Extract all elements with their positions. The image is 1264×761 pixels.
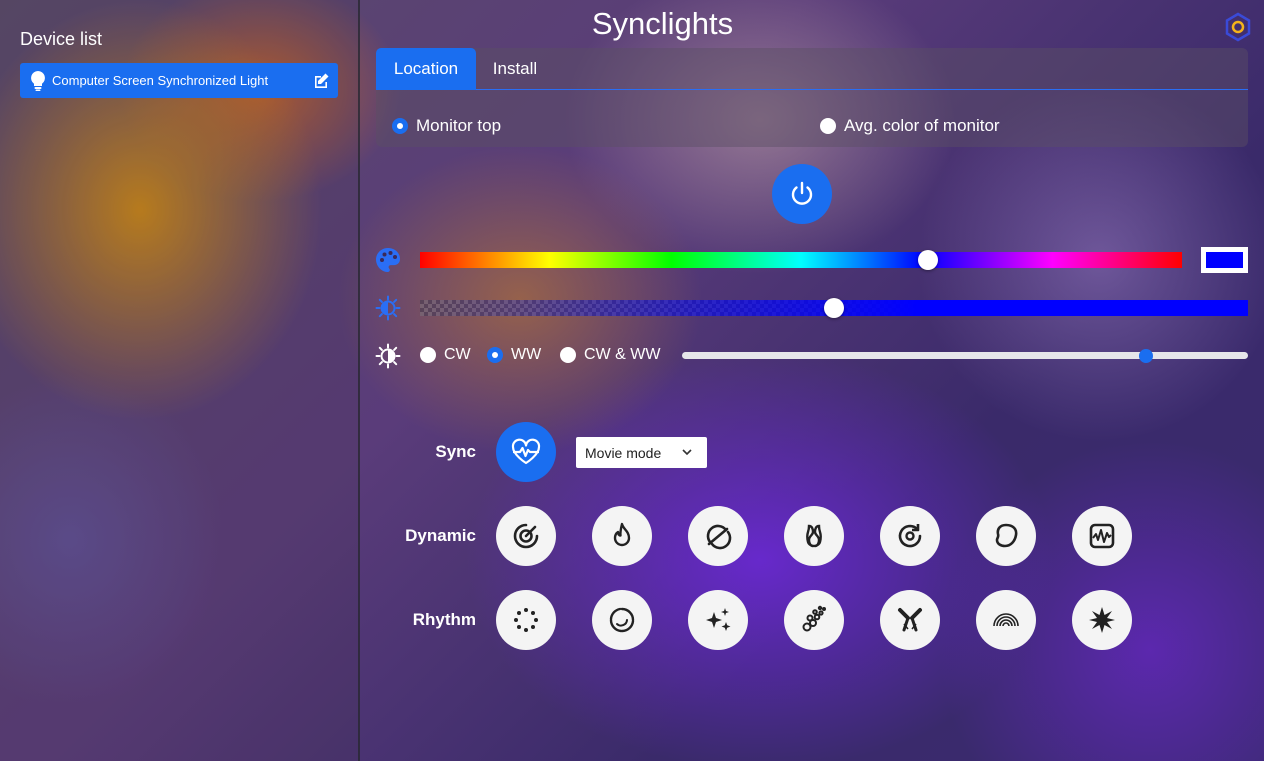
rainbow-icon — [993, 613, 1019, 627]
app-title: Synclights — [591, 6, 734, 41]
dynamic-mode-2-button[interactable] — [592, 506, 652, 566]
swirl-icon — [609, 607, 635, 633]
radio-label: Avg. color of monitor — [844, 116, 1000, 135]
chevron-down-icon — [682, 449, 692, 456]
edit-icon[interactable] — [312, 72, 330, 90]
radio-button[interactable] — [392, 118, 408, 134]
location-panel: Location Install Monitor top Avg. color … — [376, 48, 1248, 147]
radio-button[interactable] — [560, 347, 576, 363]
power-icon — [791, 181, 813, 205]
hue-slider-thumb[interactable] — [918, 250, 939, 270]
dots-circle-icon — [514, 608, 538, 632]
device-sidebar: Device list Computer Screen Synchronized… — [0, 0, 359, 761]
hue-slider[interactable] — [420, 250, 1182, 270]
rhythm-mode-6-button[interactable] — [976, 590, 1036, 650]
radio-button[interactable] — [820, 118, 836, 134]
circle-slash-icon — [706, 524, 732, 550]
radio-label: WW — [511, 346, 542, 363]
palette-icon — [376, 248, 400, 272]
radio-label: CW & WW — [584, 346, 661, 363]
flame-icon — [613, 522, 631, 547]
tab-bar: Location Install — [376, 48, 1248, 90]
rhythm-mode-4-button[interactable] — [784, 590, 844, 650]
sync-mode-select[interactable]: Movie mode — [576, 437, 707, 468]
settings-hexagon-icon[interactable] — [1223, 12, 1253, 42]
temperature-slider-thumb[interactable] — [1139, 348, 1154, 363]
sun-temperature-icon — [375, 343, 401, 369]
radio-cw[interactable]: CW — [420, 346, 471, 364]
rhythm-mode-2-button[interactable] — [592, 590, 652, 650]
radio-button[interactable] — [487, 347, 503, 363]
radio-label: Monitor top — [416, 116, 502, 135]
burst-icon — [1089, 607, 1115, 633]
dynamic-mode-5-button[interactable] — [880, 506, 940, 566]
radio-avg-color[interactable]: Avg. color of monitor — [820, 116, 1000, 136]
sync-mode-button[interactable] — [496, 422, 556, 482]
rhythm-mode-3-button[interactable] — [688, 590, 748, 650]
radio-ww[interactable]: WW — [487, 346, 541, 364]
waveform-icon — [1089, 523, 1115, 549]
brightness-slider-thumb[interactable] — [824, 298, 844, 318]
target-spiral-icon — [513, 523, 539, 549]
dynamic-mode-1-button[interactable] — [496, 506, 556, 566]
tab-location[interactable]: Location — [376, 48, 476, 90]
rhythm-label: Rhythm — [412, 610, 476, 629]
dynamic-mode-3-button[interactable] — [688, 506, 748, 566]
device-item[interactable]: Computer Screen Synchronized Light — [20, 63, 338, 98]
sync-label: Sync — [435, 442, 476, 461]
bubbles-icon — [802, 605, 826, 632]
radio-label: CW — [444, 346, 471, 363]
lightbulb-icon — [31, 70, 45, 91]
dynamic-label: Dynamic — [405, 526, 476, 545]
rhythm-mode-1-button[interactable] — [496, 590, 556, 650]
cross-rays-icon — [898, 608, 922, 632]
rotate-dot-icon — [898, 524, 922, 548]
blob-icon — [995, 523, 1018, 548]
heartbeat-icon — [511, 438, 541, 465]
radio-button[interactable] — [420, 347, 436, 363]
radio-cw-ww[interactable]: CW & WW — [560, 346, 660, 364]
tab-install[interactable]: Install — [476, 48, 554, 90]
temperature-slider[interactable] — [682, 348, 1248, 363]
dynamic-mode-7-button[interactable] — [1072, 506, 1132, 566]
power-button[interactable] — [772, 164, 832, 224]
radio-monitor-top[interactable]: Monitor top — [392, 116, 501, 136]
brightness-slider[interactable] — [420, 298, 1248, 318]
dynamic-mode-4-button[interactable] — [784, 506, 844, 566]
rhythm-mode-5-button[interactable] — [880, 590, 940, 650]
selected-color-swatch[interactable] — [1201, 247, 1248, 273]
sidebar-title: Device list — [20, 29, 103, 49]
device-name: Computer Screen Synchronized Light — [52, 73, 269, 88]
sync-mode-value: Movie mode — [585, 444, 662, 461]
rhythm-mode-7-button[interactable] — [1072, 590, 1132, 650]
sparkles-icon — [706, 608, 731, 631]
brightness-icon — [375, 295, 401, 321]
sidebar-divider — [358, 0, 360, 761]
loop-icon — [806, 524, 822, 548]
dynamic-mode-6-button[interactable] — [976, 506, 1036, 566]
